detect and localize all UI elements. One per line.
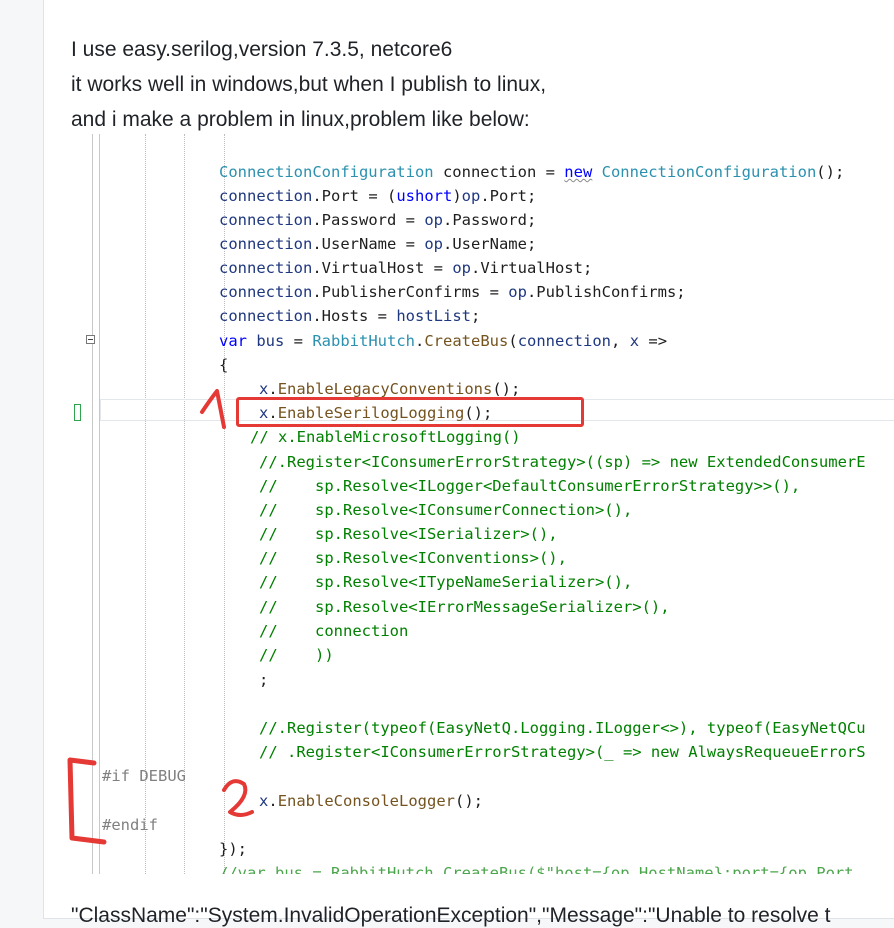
annotation-number-2 [222, 779, 254, 817]
annotation-overlay [67, 389, 254, 845]
post-text-cutoff: "ClassName":"System.InvalidOperationExce… [71, 904, 831, 927]
annotation-bracket [67, 757, 107, 845]
annotation-number-1 [200, 389, 226, 429]
